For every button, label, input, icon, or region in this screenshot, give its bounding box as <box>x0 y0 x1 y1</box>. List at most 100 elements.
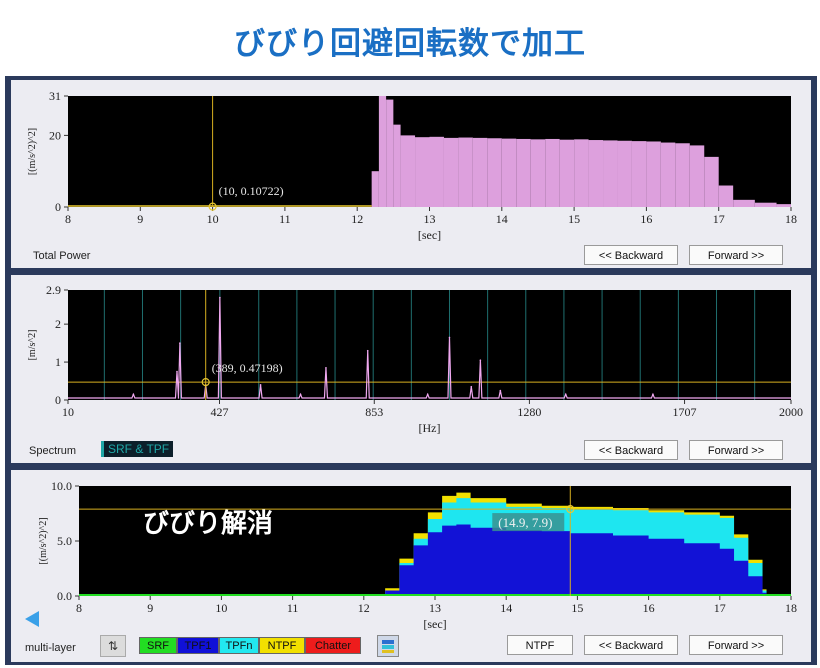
layer-tag-ntpf[interactable]: NTPF <box>259 637 305 654</box>
spectrum-peak <box>366 349 369 352</box>
power-bar <box>704 156 719 207</box>
sort-layers-icon[interactable]: ⇅ <box>100 635 126 657</box>
y-tick-label: 0.0 <box>57 589 72 603</box>
page-title: びびり回避回転数で加工 <box>234 26 586 62</box>
power-bar <box>631 141 647 207</box>
multi-layer-panel: 8 9 10 11 12 13 14 15 16 17 18 0.0 5.0 10.0 [sec] [(m/s… <box>11 470 811 662</box>
power-bar <box>472 137 488 207</box>
x-tick-label: 1280 <box>517 405 541 419</box>
total-power-panel: 8 9 10 11 12 13 14 15 16 17 18 0 20 31 [sec] [(m/s^2)^2… <box>11 80 811 268</box>
y-tick-label: 0 <box>55 393 61 407</box>
spectrum-peak <box>219 296 221 299</box>
x-tick-label: 13 <box>429 601 441 615</box>
backward-button[interactable]: << Backward <box>584 440 678 460</box>
backward-button[interactable]: << Backward <box>584 245 678 265</box>
x-tick-label: 11 <box>287 601 299 615</box>
forward-button[interactable]: Forward >> <box>689 635 783 655</box>
x-tick-label: 12 <box>351 212 363 226</box>
panel-caption: multi-layer <box>25 642 76 654</box>
panel-caption: Total Power <box>33 250 91 262</box>
y-tick-label: 1 <box>55 355 61 369</box>
layer-tag-srf[interactable]: SRF <box>139 637 177 654</box>
x-tick-label: 11 <box>279 212 291 226</box>
power-bar <box>646 141 661 207</box>
y-axis-label: [(m/s^2)^2] <box>38 517 49 564</box>
x-tick-label: 2000 <box>779 405 803 419</box>
power-bar <box>443 137 459 207</box>
layer-color-icon[interactable] <box>377 635 399 657</box>
y-tick-label: 0 <box>55 200 61 214</box>
x-tick-label: 10 <box>215 601 227 615</box>
collapse-arrow-icon[interactable] <box>25 611 39 627</box>
power-bar <box>400 135 416 207</box>
x-tick-label: 853 <box>365 405 383 419</box>
power-bar <box>617 140 632 207</box>
power-bar <box>378 96 387 207</box>
backward-button[interactable]: << Backward <box>584 635 678 655</box>
forward-button[interactable]: Forward >> <box>689 245 783 265</box>
srf-tpf-tag: SRF & TPF <box>101 441 174 457</box>
power-bar <box>501 138 517 207</box>
x-tick-label: 9 <box>147 601 153 615</box>
panel-caption: Spectrum <box>29 445 77 457</box>
spectrum-peak <box>564 393 567 396</box>
spectrum-peak <box>652 393 654 396</box>
spectrum-peak <box>299 393 302 396</box>
cursor-value-label: (14.9, 7.9) <box>498 515 552 530</box>
x-tick-label: 15 <box>568 212 580 226</box>
x-tick-label: 15 <box>571 601 583 615</box>
x-tick-label: 14 <box>500 601 512 615</box>
spectrum-chart[interactable]: 10 427 853 1280 1707 2000 0 1 2 2.9 [Hz] [m/s^2] (38… <box>11 275 811 463</box>
spectrum-peak <box>499 389 502 392</box>
x-tick-label: 10 <box>207 212 219 226</box>
power-bar <box>754 202 777 207</box>
ntpf-button[interactable]: NTPF <box>507 635 573 655</box>
power-bar <box>675 143 690 207</box>
spectrum-peak <box>470 385 473 388</box>
spectrum-peak <box>179 342 181 344</box>
spectrum-peak <box>259 384 262 386</box>
x-axis-label: [sec] <box>423 617 446 631</box>
layer-tag-tpfn[interactable]: TPFn <box>219 637 259 654</box>
cursor-value-label: (389, 0.47198) <box>212 361 283 375</box>
power-bar <box>545 138 560 207</box>
power-bar <box>689 145 705 207</box>
x-tick-label: 8 <box>65 212 71 226</box>
x-axis-label: [sec] <box>418 228 441 242</box>
y-tick-label: 2 <box>55 317 61 331</box>
x-tick-label: 8 <box>76 601 82 615</box>
layer-legend: SRF TPF1 TPFn NTPF Chatter <box>139 637 379 654</box>
x-tick-label: 14 <box>496 212 508 226</box>
spectrum-peak <box>132 393 135 396</box>
y-tick-label: 5.0 <box>57 534 72 548</box>
layer-tag-tpf1[interactable]: TPF1 <box>177 637 219 654</box>
power-bar <box>776 204 791 207</box>
y-axis-label: [m/s^2] <box>27 330 38 361</box>
x-tick-label: 427 <box>211 405 229 419</box>
y-axis-label: [(m/s^2)^2] <box>27 128 38 175</box>
chatter-resolved-label: びびり解消 <box>143 509 273 539</box>
layer-tag-chatter[interactable]: Chatter <box>305 637 361 654</box>
multi-layer-chart[interactable]: 8 9 10 11 12 13 14 15 16 17 18 0.0 5.0 10.0 [sec] [(m/s… <box>11 470 811 662</box>
power-bar <box>386 99 394 207</box>
x-tick-label: 18 <box>785 212 797 226</box>
x-tick-label: 9 <box>137 212 143 226</box>
power-bar <box>415 137 430 207</box>
cursor-value-label: (10, 0.10722) <box>219 184 284 198</box>
total-power-chart[interactable]: 8 9 10 11 12 13 14 15 16 17 18 0 20 31 [sec] [(m/s^2)^2… <box>11 80 811 268</box>
power-bar <box>660 142 676 207</box>
forward-button[interactable]: Forward >> <box>689 440 783 460</box>
spectrum-peak <box>479 359 482 361</box>
spectrum-peak <box>426 393 429 396</box>
x-tick-label: 17 <box>713 212 725 226</box>
x-tick-label: 18 <box>785 601 797 615</box>
power-bar <box>487 138 502 207</box>
y-tick-label: 31 <box>49 89 61 103</box>
y-tick-label: 10.0 <box>51 479 72 493</box>
power-bar <box>588 140 604 207</box>
power-bar <box>603 140 618 207</box>
spectrum-panel: 10 427 853 1280 1707 2000 0 1 2 2.9 [Hz] [m/s^2] (38… <box>11 275 811 463</box>
power-bar <box>371 171 379 207</box>
spectrum-peak <box>448 336 451 339</box>
power-bar <box>393 124 401 207</box>
